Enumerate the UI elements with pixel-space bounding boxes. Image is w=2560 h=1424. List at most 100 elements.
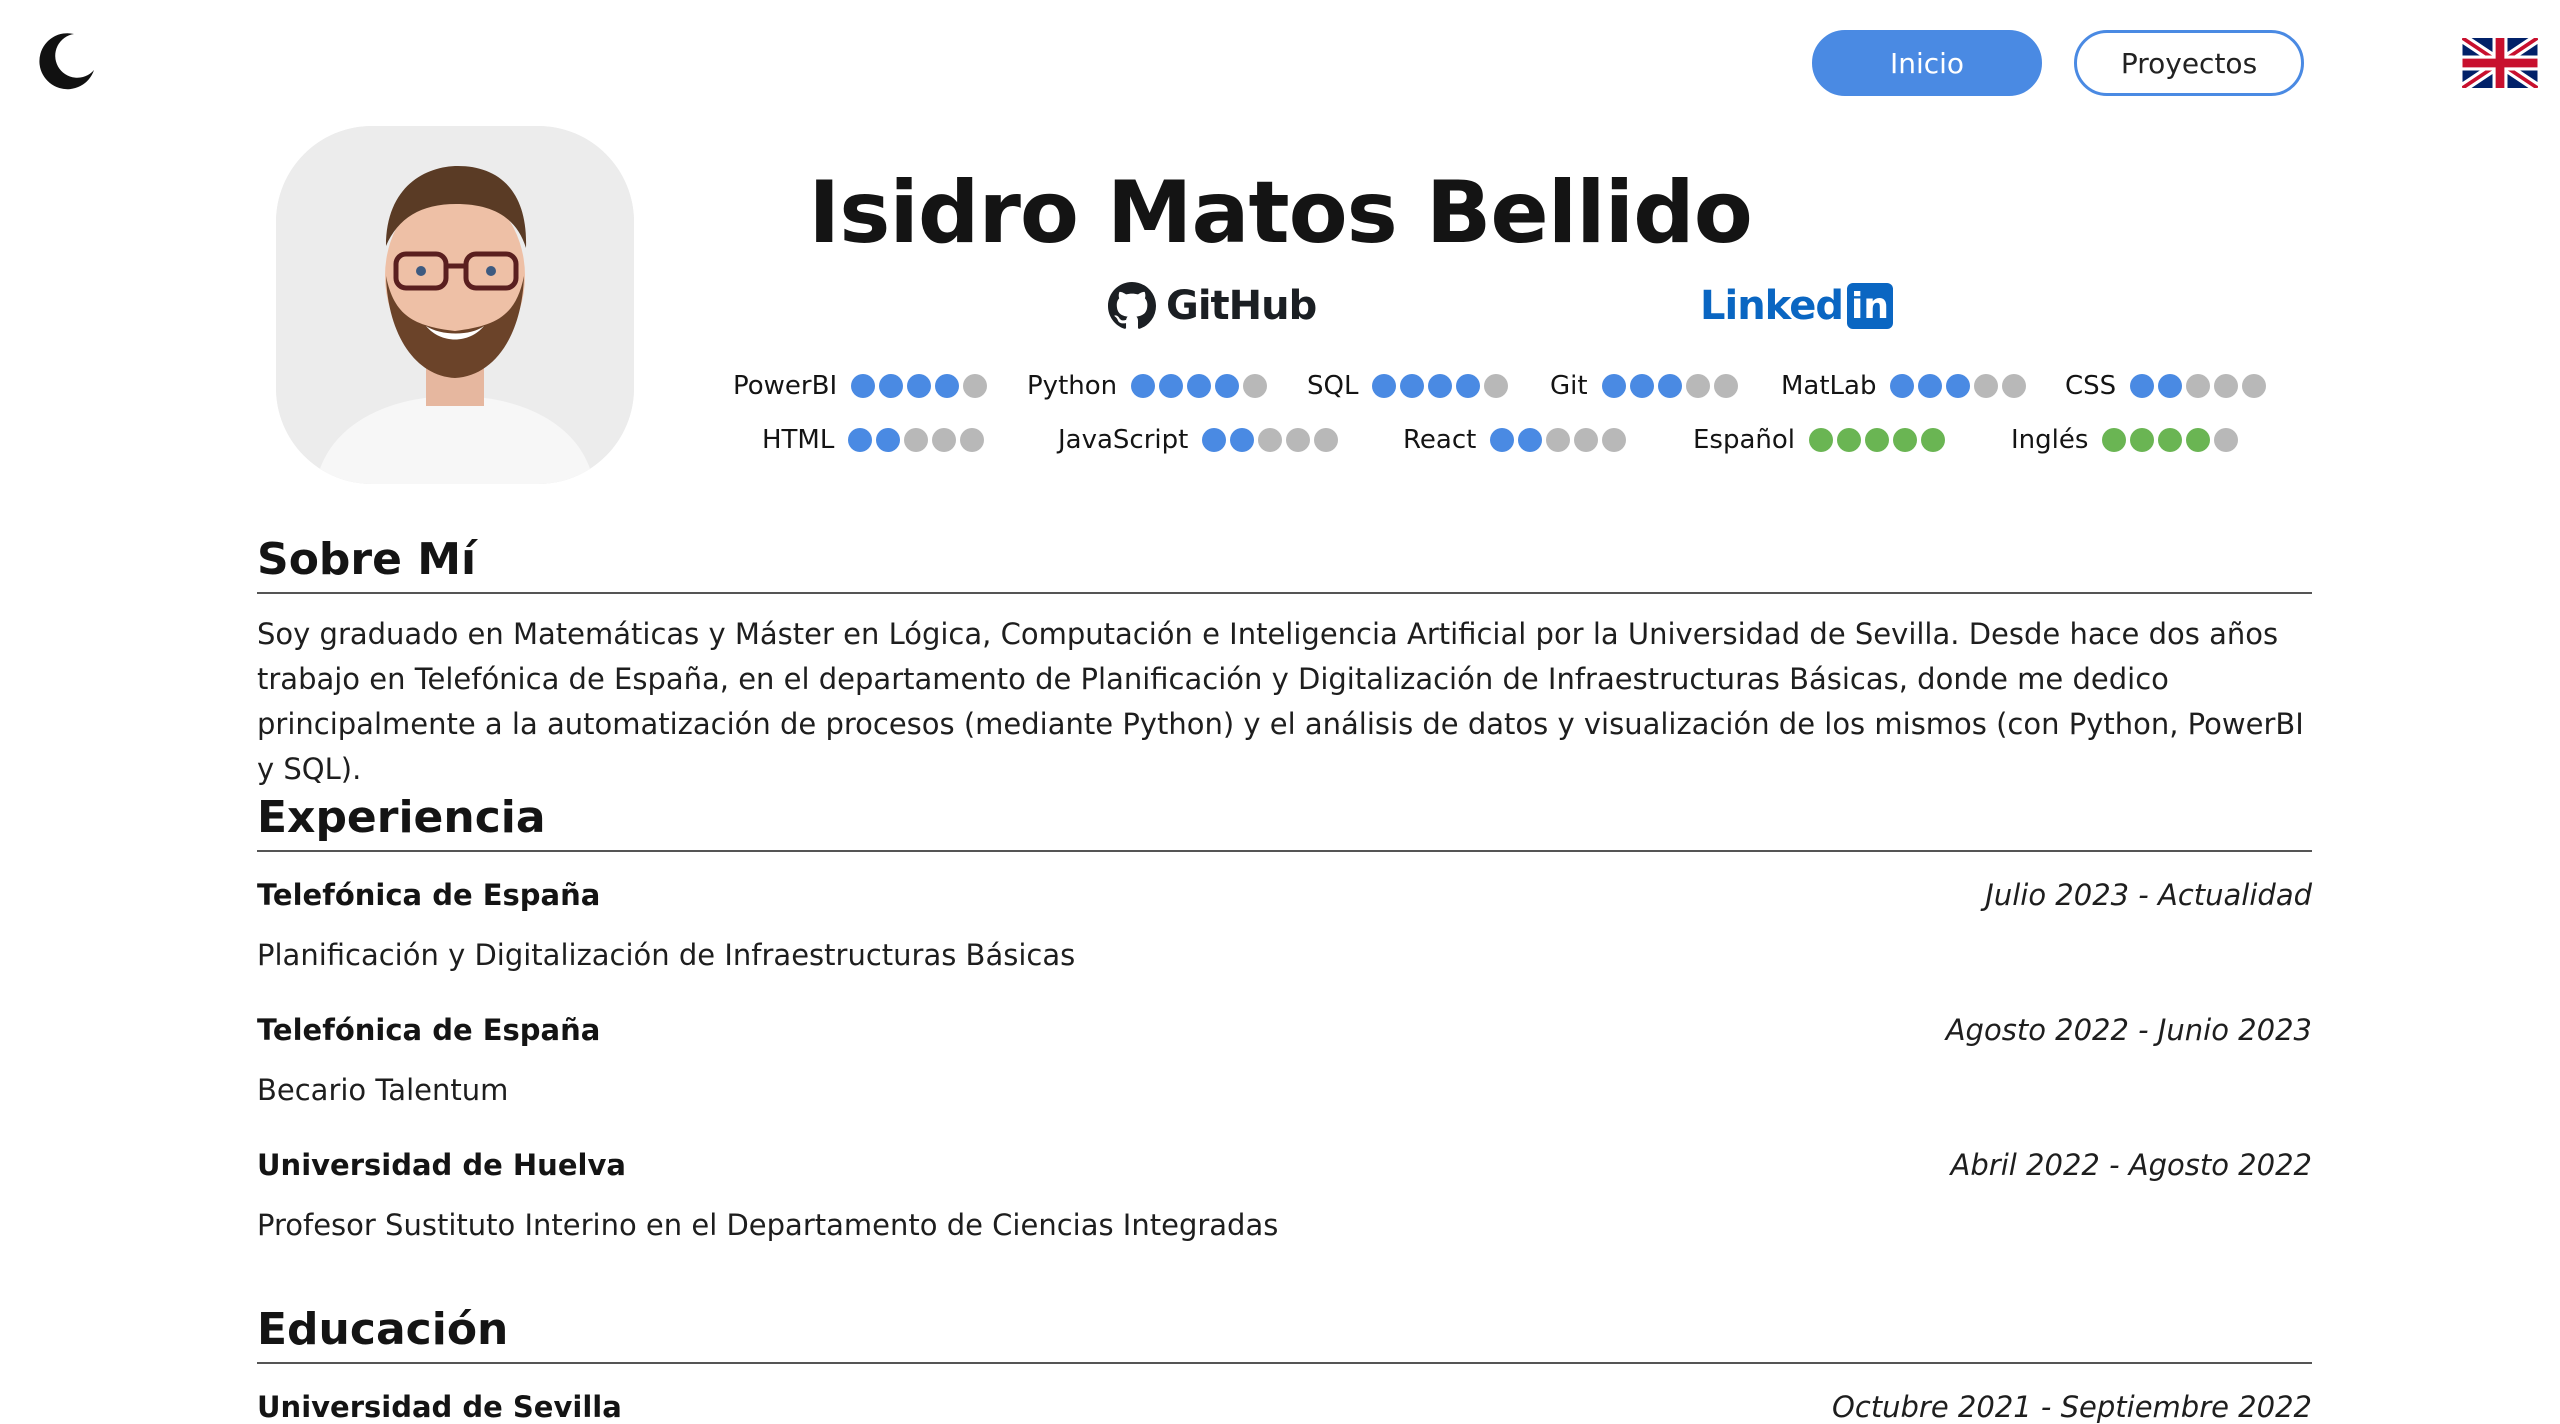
skill-ingles: Inglés: [2011, 420, 2239, 460]
rating-dot-empty: [1574, 428, 1599, 452]
rating-dot-filled: [907, 374, 932, 398]
github-icon: [1108, 282, 1156, 329]
linkedin-label: Linked: [1700, 283, 1844, 329]
about-section: Sobre Mí Soy graduado en Matemáticas y M…: [257, 532, 2312, 792]
rating-dot-empty: [2002, 374, 2027, 398]
rating-dot-empty: [1314, 428, 1339, 452]
skill-rating: [2130, 374, 2267, 398]
rating-dot-filled: [1921, 428, 1946, 452]
rating-dot-empty: [1546, 428, 1571, 452]
skill-powerbi: PowerBI: [733, 366, 988, 406]
experience-date: Julio 2023 - Actualidad: [1985, 878, 2312, 912]
rating-dot-filled: [1890, 374, 1915, 398]
skill-rating: [1490, 428, 1627, 452]
skill-matlab: MatLab: [1781, 366, 2027, 406]
rating-dot-empty: [1685, 374, 1710, 398]
rating-dot-filled: [2186, 428, 2211, 452]
rating-dot-filled: [1809, 428, 1834, 452]
experience-org: Universidad de Huelva: [257, 1148, 626, 1182]
profile-name: Isidro Matos Bellido: [808, 163, 1753, 263]
rating-dot-empty: [963, 374, 988, 398]
about-heading: Sobre Mí: [257, 532, 2312, 594]
rating-dot-filled: [935, 374, 960, 398]
skill-rating: [1372, 374, 1509, 398]
rating-dot-filled: [1131, 374, 1156, 398]
skill-label: Inglés: [2011, 425, 2089, 455]
github-link[interactable]: GitHub: [1108, 276, 1317, 336]
moon-icon[interactable]: [36, 30, 98, 92]
rating-dot-empty: [1286, 428, 1311, 452]
rating-dot-empty: [1974, 374, 1999, 398]
skill-label: CSS: [2065, 371, 2117, 401]
skill-label: SQL: [1307, 371, 1359, 401]
rating-dot-filled: [2158, 428, 2183, 452]
skill-rating: [1131, 374, 1268, 398]
skill-rating: [1809, 428, 1946, 452]
education-date: Octubre 2021 - Septiembre 2022: [1832, 1390, 2312, 1424]
education-section: Educación: [257, 1302, 2312, 1364]
rating-dot-empty: [1602, 428, 1627, 452]
rating-dot-filled: [879, 374, 904, 398]
skill-rating: [1890, 374, 2027, 398]
rating-dot-filled: [1202, 428, 1227, 452]
education-heading: Educación: [257, 1302, 2312, 1364]
rating-dot-filled: [1601, 374, 1626, 398]
rating-dot-filled: [2158, 374, 2183, 398]
experience-date: Abril 2022 - Agosto 2022: [1950, 1148, 2312, 1182]
rating-dot-empty: [2186, 374, 2211, 398]
rating-dot-empty: [904, 428, 929, 452]
linkedin-link[interactable]: Linked in: [1700, 276, 1893, 336]
skill-label: HTML: [762, 425, 835, 455]
rating-dot-filled: [1837, 428, 1862, 452]
skill-python: Python: [1027, 366, 1268, 406]
experience-date: Agosto 2022 - Junio 2023: [1945, 1013, 2312, 1047]
skill-javascript: JavaScript: [1058, 420, 1339, 460]
experience-role: Planificación y Digitalización de Infrae…: [257, 938, 1076, 972]
skill-react: React: [1403, 420, 1627, 460]
linkedin-icon: in: [1846, 283, 1893, 329]
skill-html: HTML: [762, 420, 985, 460]
rating-dot-filled: [1456, 374, 1481, 398]
home-button[interactable]: Inicio: [1812, 30, 2042, 96]
education-org: Universidad de Sevilla: [257, 1390, 622, 1424]
rating-dot-empty: [1258, 428, 1283, 452]
rating-dot-filled: [848, 428, 873, 452]
skill-git: Git: [1550, 366, 1738, 406]
experience-heading: Experiencia: [257, 790, 2312, 852]
skill-rating: [848, 428, 985, 452]
skill-rating: [1202, 428, 1339, 452]
rating-dot-empty: [2214, 428, 2239, 452]
rating-dot-filled: [1629, 374, 1654, 398]
rating-dot-filled: [1946, 374, 1971, 398]
top-nav: Inicio Proyectos: [1812, 30, 2304, 96]
skill-label: MatLab: [1781, 371, 1877, 401]
experience-role: Becario Talentum: [257, 1073, 509, 1107]
skill-label: PowerBI: [733, 371, 838, 401]
rating-dot-filled: [1187, 374, 1212, 398]
skill-espanol: Español: [1693, 420, 1946, 460]
skill-label: React: [1403, 425, 1477, 455]
experience-org: Telefónica de España: [257, 878, 601, 912]
rating-dot-filled: [1428, 374, 1453, 398]
rating-dot-filled: [1918, 374, 1943, 398]
rating-dot-filled: [1657, 374, 1682, 398]
rating-dot-filled: [1490, 428, 1515, 452]
rating-dot-filled: [1159, 374, 1184, 398]
rating-dot-empty: [1243, 374, 1268, 398]
rating-dot-filled: [1372, 374, 1397, 398]
github-label: GitHub: [1166, 283, 1317, 329]
skill-label: Español: [1693, 425, 1796, 455]
skill-label: JavaScript: [1058, 425, 1189, 455]
uk-flag-icon[interactable]: [2462, 38, 2538, 88]
rating-dot-filled: [1230, 428, 1255, 452]
rating-dot-filled: [851, 374, 876, 398]
skill-label: Python: [1027, 371, 1118, 401]
projects-button[interactable]: Proyectos: [2074, 30, 2304, 96]
rating-dot-filled: [2130, 374, 2155, 398]
skill-rating: [2102, 428, 2239, 452]
rating-dot-empty: [960, 428, 985, 452]
experience-org: Telefónica de España: [257, 1013, 601, 1047]
about-text: Soy graduado en Matemáticas y Máster en …: [257, 617, 2304, 786]
rating-dot-empty: [2214, 374, 2239, 398]
skill-rating: [1601, 374, 1738, 398]
